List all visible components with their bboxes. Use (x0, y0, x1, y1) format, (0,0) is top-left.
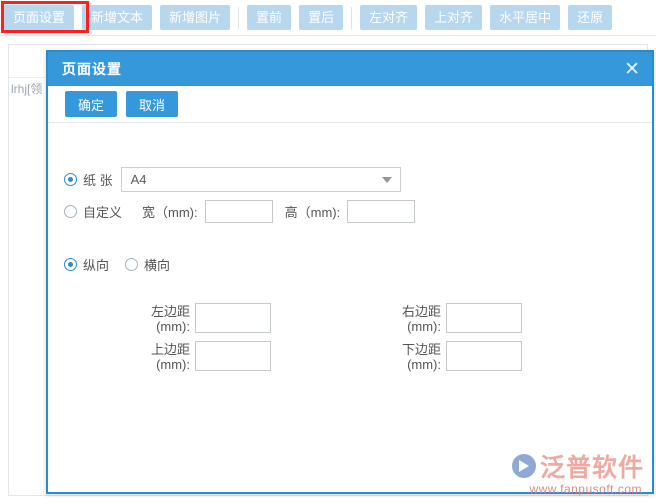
close-icon[interactable]: ✕ (624, 59, 640, 79)
page-setup-dialog: 页面设置 ✕ 确定 取消 纸 张 A4 自定义 宽（mm): 高（mm): 纵向… (46, 50, 654, 494)
add-image-button[interactable]: 新增图片 (160, 5, 231, 30)
radio-orientation-landscape-label: 横向 (144, 258, 171, 273)
margin-top-input[interactable] (195, 341, 271, 371)
margin-right-label: 右边距 (mm): (401, 304, 441, 334)
margin-right-field: 右边距 (mm): (379, 303, 522, 334)
watermark-url: www.fanpusoft.com (529, 482, 642, 496)
reset-button[interactable]: 还原 (568, 5, 613, 30)
toolbar-separator (351, 6, 353, 29)
custom-height-label: 高（mm): (284, 205, 341, 220)
radio-orientation-portrait[interactable] (64, 258, 77, 271)
paper-size-select[interactable]: A4 (120, 167, 401, 192)
margin-top-field: 上边距 (mm): (128, 341, 271, 372)
radio-orientation-portrait-label: 纵向 (83, 258, 110, 273)
margin-bottom-input[interactable] (446, 341, 522, 371)
paper-size-select-value: A4 (130, 172, 147, 187)
dialog-body: 纸 张 A4 自定义 宽（mm): 高（mm): 纵向 横向 左边距 (mm):… (48, 123, 652, 492)
add-text-button[interactable]: 新增文本 (82, 5, 153, 30)
radio-custom-size[interactable] (64, 205, 77, 218)
margin-top-label: 上边距 (mm): (150, 342, 190, 372)
align-top-button[interactable]: 上对齐 (425, 5, 483, 30)
custom-size-row: 自定义 宽（mm): 高（mm): (64, 200, 416, 223)
radio-custom-size-label: 自定义 (83, 205, 123, 220)
margins-section: 左边距 (mm): 右边距 (mm): 上边距 (mm): 下边距 (mm): (128, 303, 548, 379)
custom-width-label: 宽（mm): (142, 205, 198, 220)
margin-left-input[interactable] (195, 303, 271, 333)
bring-front-button[interactable]: 置前 (247, 5, 292, 30)
watermark: 泛普软件 www.fanpusoft.com (511, 448, 644, 496)
orientation-row: 纵向 横向 (64, 255, 178, 274)
toolbar: 页面设置 新增文本 新增图片 置前 置后 左对齐 上对齐 水平居中 还原 (0, 0, 656, 35)
margin-bottom-label: 下边距 (mm): (401, 342, 441, 372)
page-setup-button[interactable]: 页面设置 (4, 5, 75, 30)
chevron-down-icon (381, 176, 392, 183)
dialog-title: 页面设置 (62, 61, 122, 77)
toolbar-divider (0, 35, 656, 36)
fanpu-logo-icon (511, 454, 536, 478)
margin-left-label: 左边距 (mm): (150, 304, 190, 334)
paper-size-row: 纸 张 A4 (64, 167, 401, 192)
watermark-brand-name: 泛普软件 (539, 453, 644, 482)
radio-orientation-landscape[interactable] (125, 258, 139, 271)
cancel-button[interactable]: 取消 (126, 91, 179, 117)
custom-height-input[interactable] (347, 200, 416, 223)
align-center-horizontal-button[interactable]: 水平居中 (490, 5, 561, 30)
dialog-action-bar: 确定 取消 (48, 86, 652, 123)
margin-left-field: 左边距 (mm): (128, 303, 271, 334)
background-canvas-text: lrhj[领 (11, 82, 43, 96)
watermark-brand-row: 泛普软件 (511, 448, 644, 484)
margins-row-top: 左边距 (mm): 右边距 (mm): (128, 303, 548, 334)
radio-paper-preset-label: 纸 张 (83, 173, 113, 188)
margins-row-bottom: 上边距 (mm): 下边距 (mm): (128, 341, 548, 372)
align-left-button[interactable]: 左对齐 (360, 5, 418, 30)
custom-width-input[interactable] (204, 200, 273, 223)
confirm-button[interactable]: 确定 (65, 91, 118, 117)
margin-bottom-field: 下边距 (mm): (379, 341, 522, 372)
margin-right-input[interactable] (446, 303, 522, 333)
toolbar-separator (238, 6, 240, 29)
send-back-button[interactable]: 置后 (299, 5, 344, 30)
dialog-titlebar: 页面设置 ✕ (48, 52, 652, 86)
radio-paper-preset[interactable] (64, 173, 77, 186)
